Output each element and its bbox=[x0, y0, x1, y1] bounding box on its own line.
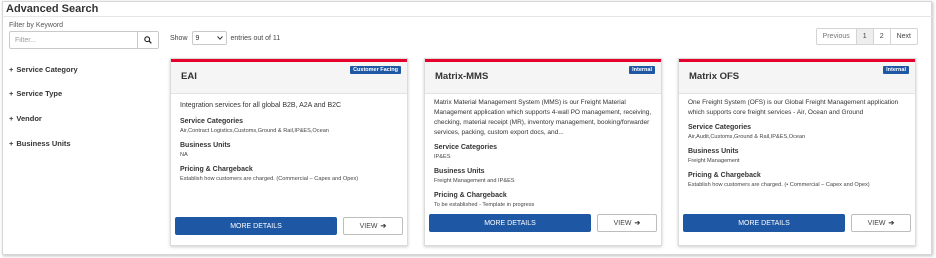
service-categories-value: IP&ES bbox=[434, 154, 451, 160]
facet-vendor[interactable]: + Vendor bbox=[9, 114, 42, 123]
title-divider bbox=[2, 16, 934, 17]
pricing-value: To be established - Template in progress bbox=[434, 202, 535, 208]
card-badge: Internal bbox=[883, 66, 909, 74]
card-actions: MORE DETAILS VIEW ➔ bbox=[683, 214, 911, 232]
card-body: One Freight System (OFS) is our Global F… bbox=[688, 97, 909, 211]
plus-icon: + bbox=[9, 65, 14, 74]
card-header: EAI Customer Facing bbox=[171, 62, 407, 94]
pricing-heading: Pricing & Chargeback bbox=[434, 192, 507, 199]
page-2-button[interactable]: 2 bbox=[872, 29, 890, 44]
card-actions: MORE DETAILS VIEW ➔ bbox=[175, 217, 403, 235]
arrow-right-icon: ➔ bbox=[380, 223, 387, 230]
service-categories-value: Air,Contract Logistics,Customs,Ground & … bbox=[180, 127, 329, 134]
pricing-heading: Pricing & Chargeback bbox=[180, 165, 253, 173]
arrow-right-icon: ➔ bbox=[888, 220, 895, 227]
service-categories-heading: Service Categories bbox=[180, 117, 244, 125]
more-details-button[interactable]: MORE DETAILS bbox=[429, 214, 591, 232]
card-header: Matrix OFS Internal bbox=[679, 62, 915, 94]
card-body: Matrix Material Management System (MMS) … bbox=[434, 97, 655, 211]
page-size-control: Show 9 entries out of 11 bbox=[170, 30, 280, 46]
facet-business-units[interactable]: + Business Units bbox=[9, 139, 71, 148]
card-title: EAI bbox=[181, 71, 197, 82]
more-details-button[interactable]: MORE DETAILS bbox=[175, 217, 337, 235]
show-label: Show bbox=[170, 34, 188, 42]
plus-icon: + bbox=[9, 114, 14, 123]
card-description: One Freight System (OFS) is our Global F… bbox=[688, 99, 899, 116]
service-categories-heading: Service Categories bbox=[688, 124, 752, 131]
previous-page-button[interactable]: Previous bbox=[817, 29, 856, 44]
business-units-value: Freight Management and IP&ES bbox=[434, 178, 515, 184]
view-label: VIEW bbox=[613, 219, 632, 227]
service-card-matrix-ofs: Matrix OFS Internal One Freight System (… bbox=[678, 58, 916, 246]
card-body: Integration services for all global B2B,… bbox=[180, 100, 401, 212]
service-card-matrix-mms: Matrix-MMS Internal Matrix Material Mana… bbox=[424, 58, 662, 246]
service-categories-heading: Service Categories bbox=[434, 144, 498, 151]
facet-label: Business Units bbox=[16, 139, 71, 148]
facet-label: Service Category bbox=[16, 65, 78, 74]
card-description: Matrix Material Management System (MMS) … bbox=[434, 99, 652, 136]
search-icon bbox=[144, 36, 152, 44]
facet-label: Vendor bbox=[16, 114, 42, 123]
card-description: Integration services for all global B2B,… bbox=[180, 102, 342, 109]
filter-search-button[interactable] bbox=[137, 32, 158, 48]
plus-icon: + bbox=[9, 139, 14, 148]
page-1-button[interactable]: 1 bbox=[855, 29, 873, 44]
view-button[interactable]: VIEW ➔ bbox=[343, 217, 403, 235]
pricing-value: Establish how customers are charged. (Co… bbox=[180, 175, 359, 182]
facet-label: Service Type bbox=[16, 89, 63, 98]
facet-service-category[interactable]: + Service Category bbox=[9, 65, 78, 74]
page-size-select[interactable]: 9 bbox=[191, 31, 227, 45]
filter-box bbox=[9, 31, 159, 49]
page-size-value: 9 bbox=[195, 34, 200, 42]
next-page-button[interactable]: Next bbox=[889, 29, 917, 44]
service-categories-value: Air,Audit,Customs,Ground & Rail,IP&ES,Oc… bbox=[688, 134, 806, 140]
view-button[interactable]: VIEW ➔ bbox=[597, 214, 657, 232]
view-label: VIEW bbox=[867, 219, 886, 227]
arrow-right-icon: ➔ bbox=[634, 220, 641, 227]
card-header: Matrix-MMS Internal bbox=[425, 62, 661, 94]
pagination: Previous 1 2 Next bbox=[815, 28, 918, 45]
pricing-heading: Pricing & Chargeback bbox=[688, 172, 761, 179]
card-badge: Internal bbox=[629, 66, 655, 74]
pricing-value: Establish how customers are charged. (• … bbox=[688, 182, 870, 188]
card-title: Matrix OFS bbox=[689, 71, 740, 82]
entries-count: entries out of 11 bbox=[230, 34, 281, 42]
view-label: VIEW bbox=[359, 222, 378, 230]
business-units-heading: Business Units bbox=[688, 148, 739, 155]
card-title: Matrix-MMS bbox=[435, 71, 489, 82]
chevron-down-icon bbox=[216, 36, 223, 40]
service-card-eai: EAI Customer Facing Integration services… bbox=[170, 58, 408, 246]
card-actions: MORE DETAILS VIEW ➔ bbox=[429, 214, 657, 232]
more-details-button[interactable]: MORE DETAILS bbox=[683, 214, 845, 232]
filter-input[interactable] bbox=[10, 32, 137, 48]
plus-icon: + bbox=[9, 89, 14, 98]
facet-service-type[interactable]: + Service Type bbox=[9, 89, 62, 98]
business-units-value: NA bbox=[180, 151, 188, 158]
card-badge: Customer Facing bbox=[350, 66, 401, 74]
business-units-heading: Business Units bbox=[180, 141, 231, 149]
business-units-heading: Business Units bbox=[434, 168, 485, 175]
filter-label: Filter by Keyword bbox=[9, 22, 64, 29]
business-units-value: Freight Management bbox=[688, 158, 740, 164]
page-title: Advanced Search bbox=[6, 3, 99, 15]
view-button[interactable]: VIEW ➔ bbox=[851, 214, 911, 232]
